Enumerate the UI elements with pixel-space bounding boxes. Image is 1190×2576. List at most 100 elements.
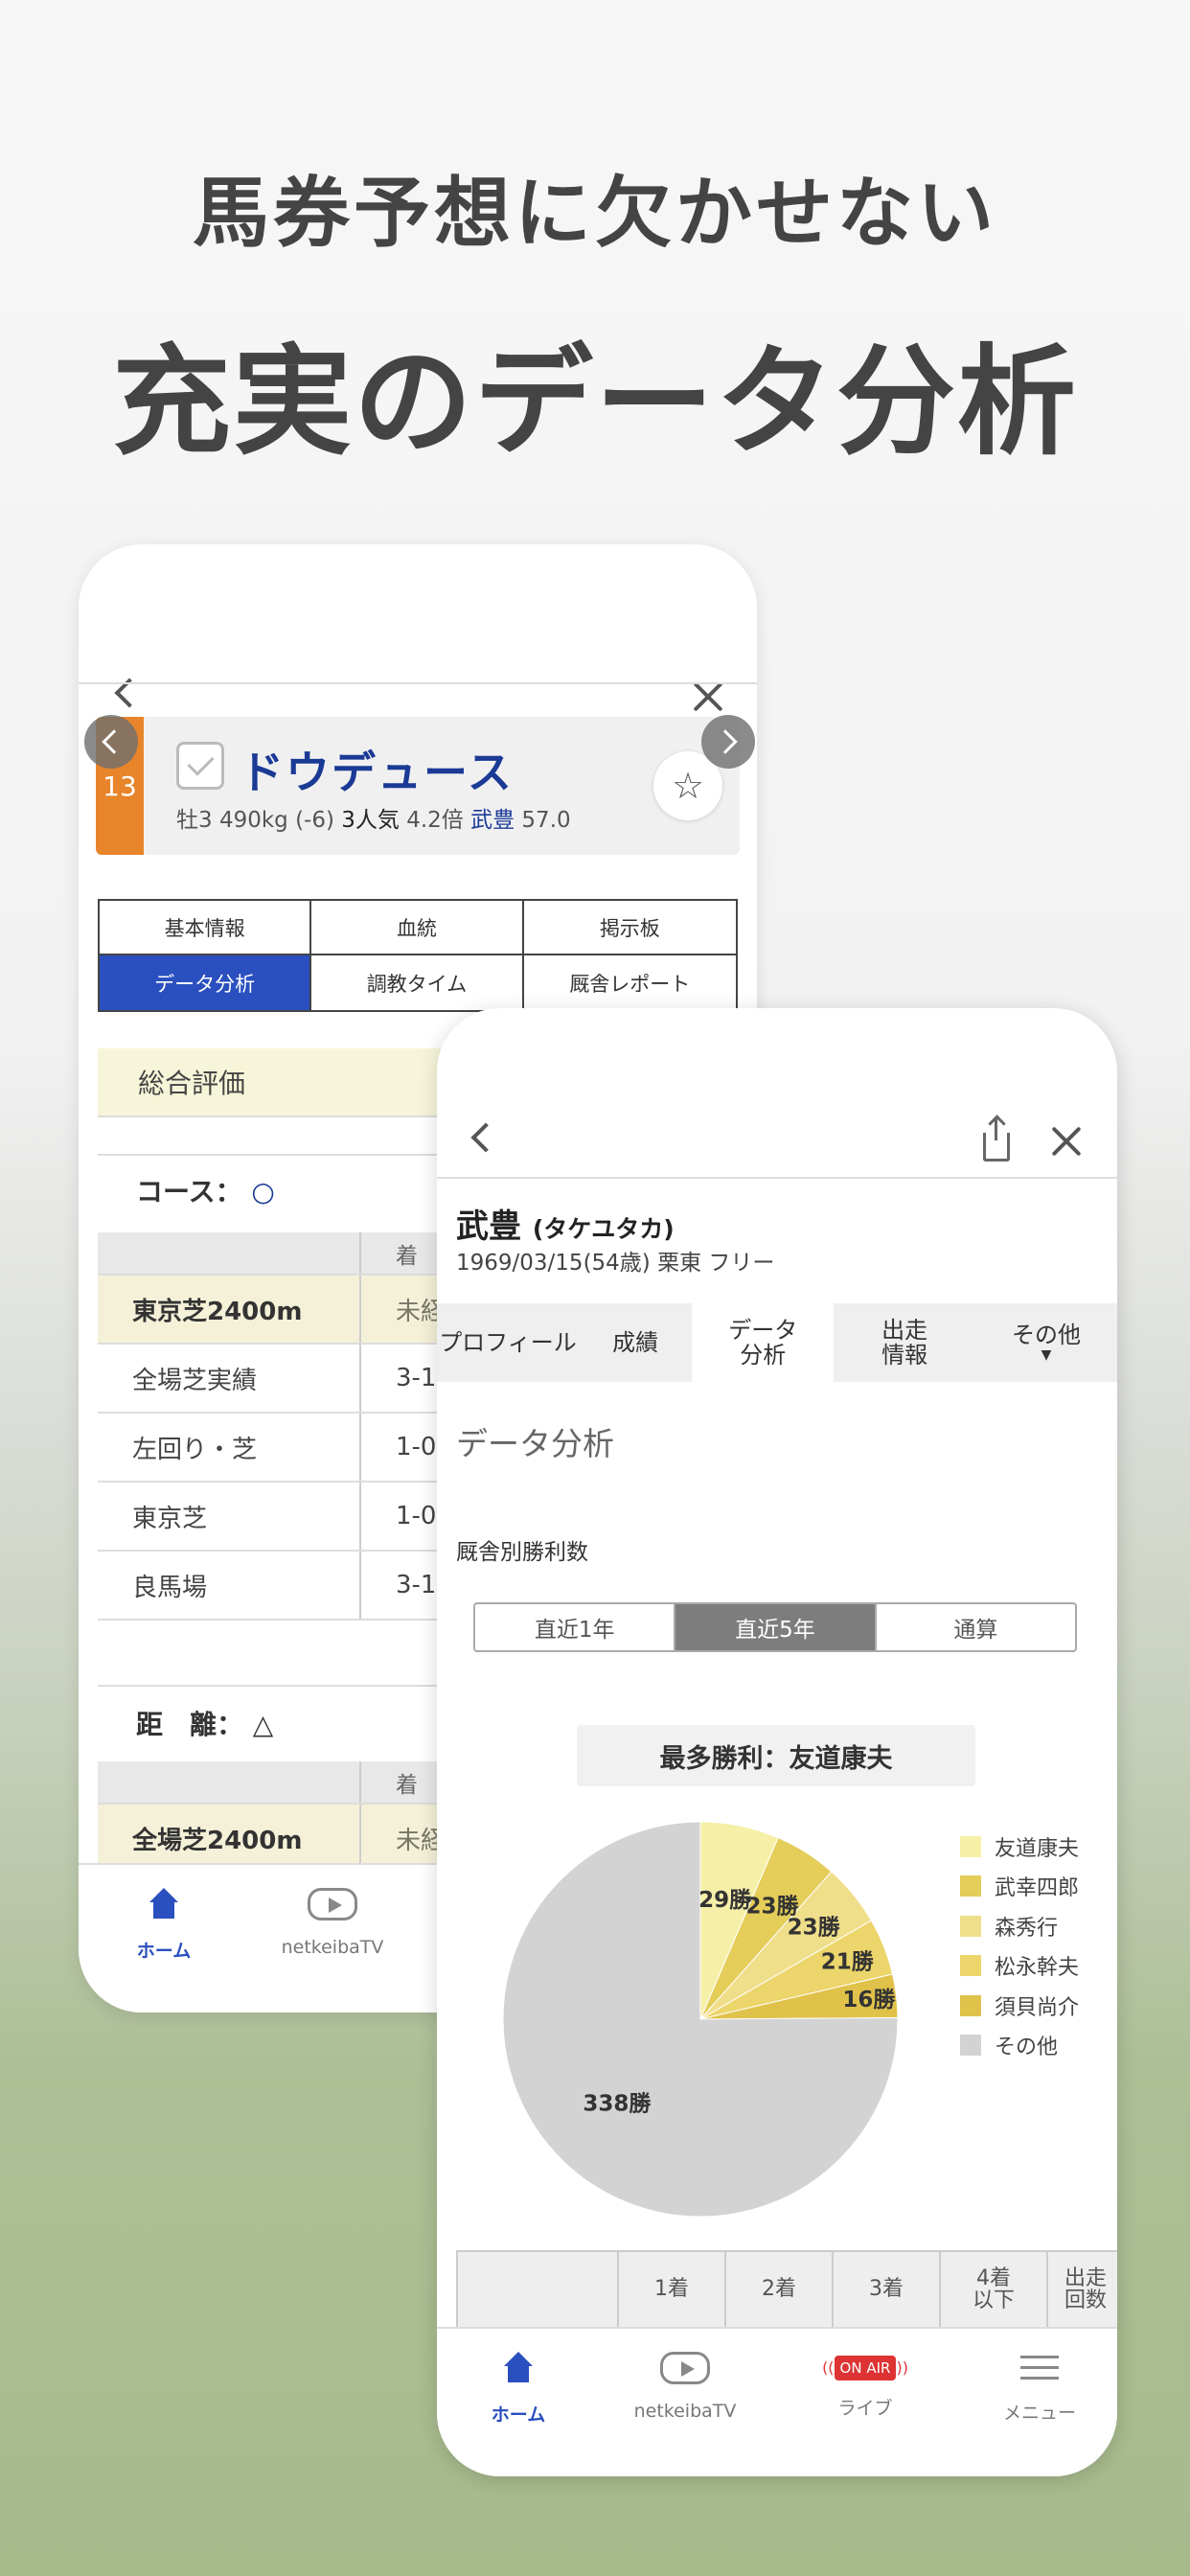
nav-tv-label: netkeibaTV [633,2401,737,2422]
legend-label: 森秀行 [995,1916,1059,1941]
tab-entry-info-label: 出走 情報 [881,1316,928,1368]
home-icon [502,2352,535,2384]
legend-swatch [960,1875,981,1898]
horse-weight: 57.0 [521,808,571,833]
legend-label: その他 [995,2036,1059,2060]
legend-label: 友道康夫 [995,1836,1080,1861]
jockey-kana: (タケユタカ) [532,1215,675,1243]
legend-item: 友道康夫 [960,1827,1079,1867]
nav-live[interactable]: ((ON AIR)) ライブ [793,2352,937,2420]
legend-swatch [960,2035,981,2057]
tab-data-analysis[interactable]: データ 分析 [692,1303,835,1382]
tab-data-analysis-label: データ 分析 [728,1316,798,1368]
nav-tv-label: netkeibaTV [281,1937,384,1958]
legend-label: 須貝尚介 [995,1995,1080,2020]
legend-item: 須貝尚介 [960,1986,1079,2026]
headline-line2: 充実のデータ分析 [111,334,1078,472]
period-5years[interactable]: 直近5年 [675,1604,877,1650]
tab-other-label: その他 [1012,1322,1082,1349]
table-header-cell: 3着 [834,2252,941,2327]
prev-horse-button[interactable] [84,715,138,769]
horse-basic: 牡3 490kg (-6) [176,808,334,833]
chevron-right-icon [713,729,738,754]
legend-swatch [960,1835,981,1857]
table-header-cell: 2着 [726,2252,834,2327]
bottom-nav: ホーム netkeibaTV ((ON AIR)) ライブ メニュー [437,2327,1117,2476]
tab-data-analysis[interactable]: データ分析 [100,955,312,1010]
row-name: 東京芝2400m [98,1275,361,1345]
horse-info: 牡3 490kg (-6) 3人気 4.2倍 武豊 57.0 [176,801,571,834]
jockey-screen: 武豊 (タケユタカ) 1969/03/15(54歳) 栗東 フリー プロフィール… [437,1008,1117,2476]
tab-basic-info[interactable]: 基本情報 [100,901,312,955]
table-header-cell [458,2252,619,2327]
nav-home[interactable]: ホーム [446,2352,590,2426]
tab-board[interactable]: 掲示板 [523,901,736,955]
nav-menu-label: メニュー [1002,2403,1076,2424]
pie-slice-label: 16勝 [842,1987,896,2012]
horse-card: 13 ドウデュース 牡3 490kg (-6) 3人気 4.2倍 武豊 57.0… [96,717,740,855]
row-name: 全場芝実績 [98,1344,361,1414]
mark-checkbox[interactable] [176,742,224,790]
nav-netkeibatv[interactable]: netkeibaTV [613,2352,757,2422]
stats-table-header: 1着 2着 3着 4着 以下 出走 回数 [456,2250,1117,2329]
distance-label: 距 離： △ [136,1704,273,1742]
nav-menu[interactable]: メニュー [968,2352,1111,2425]
nav-netkeibatv[interactable]: netkeibaTV [261,1888,404,1958]
section-title: データ分析 [456,1425,614,1462]
close-icon[interactable] [1050,1125,1083,1158]
tab-other[interactable]: その他 ▼ [975,1303,1117,1382]
tab-profile[interactable]: プロフィール [437,1303,579,1382]
tab-training-time[interactable]: 調教タイム [311,955,524,1010]
back-icon[interactable] [470,1122,501,1153]
row-name: 東京芝 [98,1482,361,1552]
next-horse-button[interactable] [701,715,755,769]
period-total[interactable]: 通算 [877,1604,1075,1650]
course-label: コース： ○ [136,1171,275,1209]
chevron-left-icon [102,729,126,754]
legend-item: 森秀行 [960,1906,1079,1946]
distance-mark: △ [252,1709,274,1740]
table-header-cell: 4着 以下 [941,2252,1048,2327]
period-1year[interactable]: 直近1年 [475,1604,676,1650]
tab-entry-info[interactable]: 出走 情報 [834,1303,975,1382]
share-icon[interactable] [983,1117,1010,1162]
table-header-cell: 出走 回数 [1048,2252,1117,2327]
pie-slice-label: 338勝 [583,2091,652,2117]
top-winner-label: 最多勝利：友道康夫 [577,1725,975,1786]
legend-item: その他 [960,2026,1079,2066]
horse-popularity: 3人気 [341,808,400,833]
tab-stable-report[interactable]: 厩舎レポート [524,955,736,1010]
legend-swatch [960,1955,981,1977]
menu-icon [1020,2354,1059,2382]
table-header-cell: 1着 [619,2252,726,2327]
pie-slice-label: 29勝 [698,1887,752,1913]
row-name: 左回り・芝 [98,1413,361,1483]
top-bar [79,604,757,708]
nav-home[interactable]: ホーム [92,1888,236,1963]
course-mark: ○ [251,1176,275,1208]
horse-odds: 4.2倍 [406,808,464,833]
subheading: 厩舎別勝利数 [456,1540,588,1565]
pie-slice-label: 23勝 [788,1915,841,1941]
legend-swatch [960,1915,981,1937]
horse-jockey[interactable]: 武豊 [470,808,515,833]
dropdown-arrow-icon: ▼ [1041,1346,1052,1363]
onair-badge: ON AIR [834,2356,897,2380]
headline-line1: 馬券予想に欠かせない [193,169,997,258]
tab-pedigree[interactable]: 血統 [311,901,524,955]
row-name: 良馬場 [98,1551,361,1621]
jockey-name-text: 武豊 [456,1208,521,1246]
legend-item: 武幸四郎 [960,1867,1079,1907]
legend-label: 武幸四郎 [995,1876,1080,1901]
jockey-name: 武豊 (タケユタカ) [456,1200,675,1247]
jockey-meta: 1969/03/15(54歳) 栗東 フリー [456,1251,775,1276]
period-segment: 直近1年 直近5年 通算 [473,1602,1077,1652]
pie-chart: 29勝23勝23勝21勝16勝338勝 [502,1821,899,2218]
nav-home-label: ホーム [136,1941,192,1962]
close-icon[interactable] [692,680,724,713]
jockey-tabs: プロフィール 成績 データ 分析 出走 情報 その他 ▼ [437,1303,1117,1382]
nav-live-label: ライブ [837,2398,893,2419]
tab-results[interactable]: 成績 [579,1303,692,1382]
legend-label: 松永幹夫 [995,1956,1080,1981]
distance-label-text: 距 離： [136,1709,244,1740]
